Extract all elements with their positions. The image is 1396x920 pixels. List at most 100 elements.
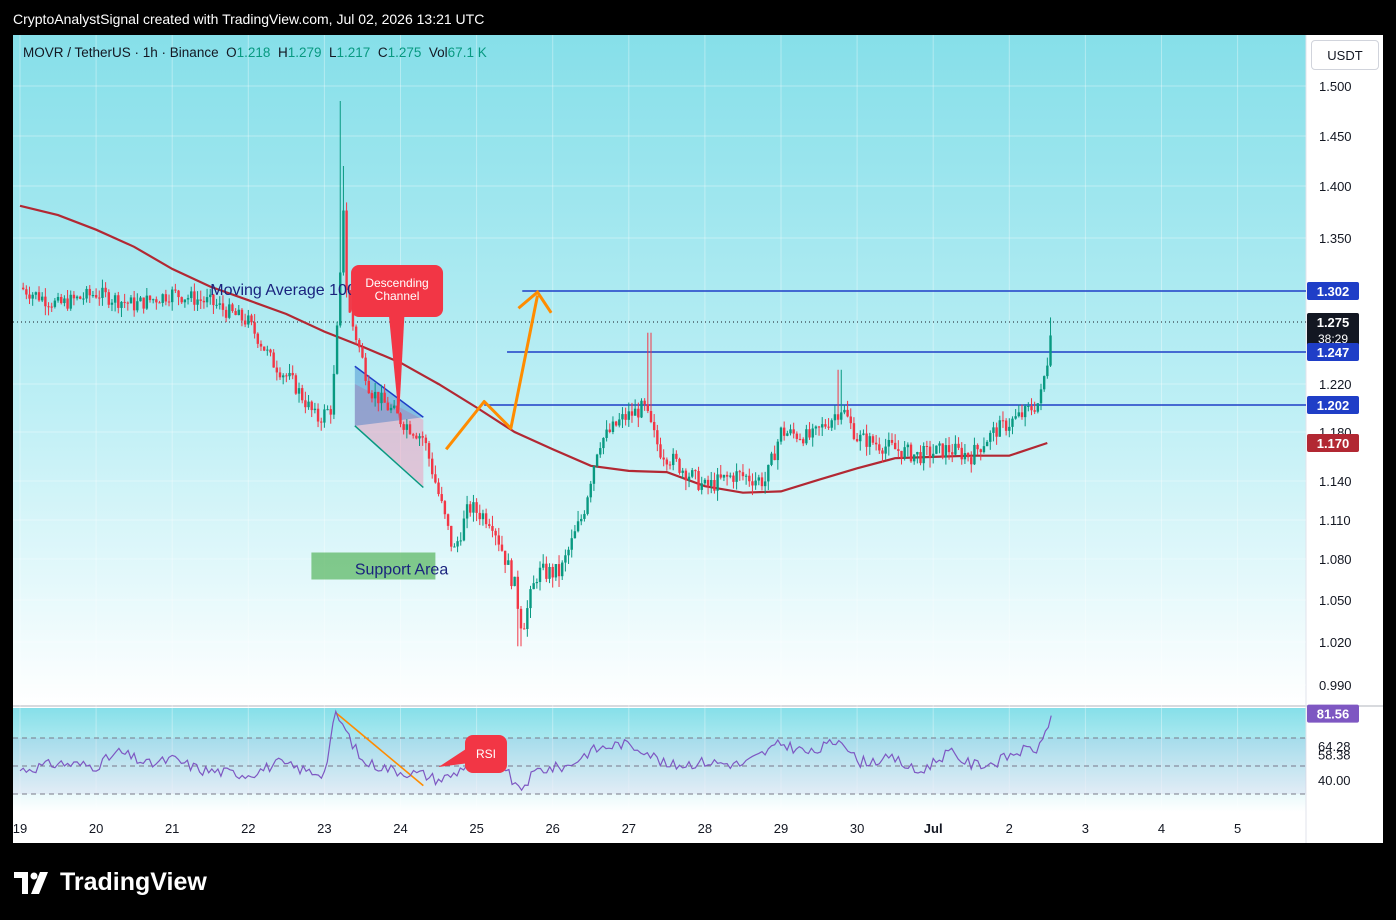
candle-body: [218, 303, 221, 305]
candle-body: [459, 540, 462, 542]
candle-body: [402, 424, 405, 430]
candle-body: [329, 409, 332, 415]
candle-body: [770, 453, 773, 465]
candle-body: [624, 414, 627, 420]
candle-body: [830, 420, 833, 428]
candle-body: [484, 513, 488, 525]
candle-body: [947, 445, 951, 453]
candle-body: [60, 296, 63, 304]
candle-body: [744, 475, 748, 477]
candle-body: [763, 481, 767, 487]
candle-body: [72, 294, 76, 299]
candle-body: [576, 521, 580, 532]
price-axis-tick: 1.450: [1319, 129, 1352, 144]
candle-body: [554, 564, 558, 578]
candle-body: [446, 514, 450, 526]
candle-body: [526, 608, 529, 629]
candle-body: [269, 349, 272, 353]
candle-body: [595, 454, 599, 467]
chart-frame[interactable]: Moving Average 100 Support Area Descending…: [13, 35, 1383, 843]
candle-body: [253, 322, 256, 334]
candle-body: [846, 409, 849, 417]
candle-body: [599, 448, 602, 455]
currency-unit-button[interactable]: USDT: [1311, 40, 1379, 70]
candle-body: [158, 302, 161, 304]
time-axis-tick: 28: [698, 821, 712, 836]
candle-body: [202, 300, 206, 303]
candle-body: [852, 423, 856, 440]
candle-body: [640, 400, 643, 418]
candle-body: [88, 288, 91, 296]
candle-body: [954, 443, 957, 455]
chart-canvas[interactable]: Moving Average 100 Support Area Descending…: [13, 35, 1383, 843]
candle-body: [668, 464, 672, 466]
candle-body: [906, 444, 910, 448]
time-axis-tick: 25: [469, 821, 483, 836]
low-label: L: [329, 45, 337, 60]
candle-body: [190, 291, 193, 299]
candle-body: [139, 297, 142, 302]
candle-body: [142, 297, 145, 309]
candle-body: [1030, 406, 1033, 411]
time-axis-tick: 19: [13, 821, 27, 836]
candle-body: [101, 287, 104, 298]
candle-body: [31, 294, 34, 299]
candle-body: [748, 475, 751, 482]
candle-body: [868, 436, 871, 447]
candle-body: [148, 295, 152, 301]
candle-body: [256, 333, 260, 344]
candle-body: [310, 401, 313, 411]
candle-body: [167, 301, 171, 303]
candle-body: [805, 429, 808, 444]
price-tag-value: 1.170: [1317, 436, 1350, 451]
candle-body: [272, 352, 275, 368]
candle-body: [75, 296, 79, 299]
candle-body: [884, 446, 887, 454]
candle-body: [681, 470, 684, 473]
candle-body: [151, 299, 155, 301]
candle-body: [862, 433, 865, 435]
candle-body: [500, 544, 504, 551]
candle-body: [494, 530, 497, 536]
candle-body: [320, 421, 323, 423]
candle-body: [995, 427, 998, 437]
candle-body: [919, 452, 922, 464]
channel-callout-text: Descending: [365, 276, 428, 290]
candle-body: [224, 309, 228, 318]
candle-body: [725, 474, 729, 477]
candle-body: [221, 303, 225, 310]
candle-body: [291, 372, 294, 376]
candle-body: [40, 296, 44, 301]
time-axis-tick: 24: [393, 821, 407, 836]
candle-body: [900, 450, 903, 459]
candle-body: [976, 444, 979, 450]
candle-body: [228, 304, 231, 318]
candle-body: [247, 315, 250, 325]
candle-body: [912, 454, 916, 462]
time-axis-tick: 4: [1158, 821, 1165, 836]
candle-body: [399, 413, 402, 425]
candle-body: [675, 453, 678, 459]
candle-body: [881, 450, 884, 454]
candle-body: [662, 457, 665, 460]
candle-body: [1014, 416, 1017, 419]
open-label: O: [226, 45, 237, 60]
price-axis-tick: 1.350: [1319, 231, 1352, 246]
candle-body: [171, 289, 174, 303]
candle-body: [532, 583, 535, 590]
candle-body: [25, 289, 28, 295]
candle-body: [792, 429, 795, 434]
candle-body: [843, 409, 846, 413]
candle-body: [259, 343, 263, 347]
price-axis-tick: 0.990: [1319, 678, 1352, 693]
candle-body: [234, 311, 237, 316]
candle-body: [557, 564, 561, 577]
candle-body: [732, 475, 735, 482]
candle-body: [123, 301, 126, 303]
candle-body: [694, 470, 697, 472]
candle-body: [614, 421, 618, 426]
close-label: C: [377, 45, 388, 60]
candle-body: [462, 518, 466, 541]
price-axis-tick: 1.220: [1319, 377, 1352, 392]
candle-body: [633, 408, 637, 416]
